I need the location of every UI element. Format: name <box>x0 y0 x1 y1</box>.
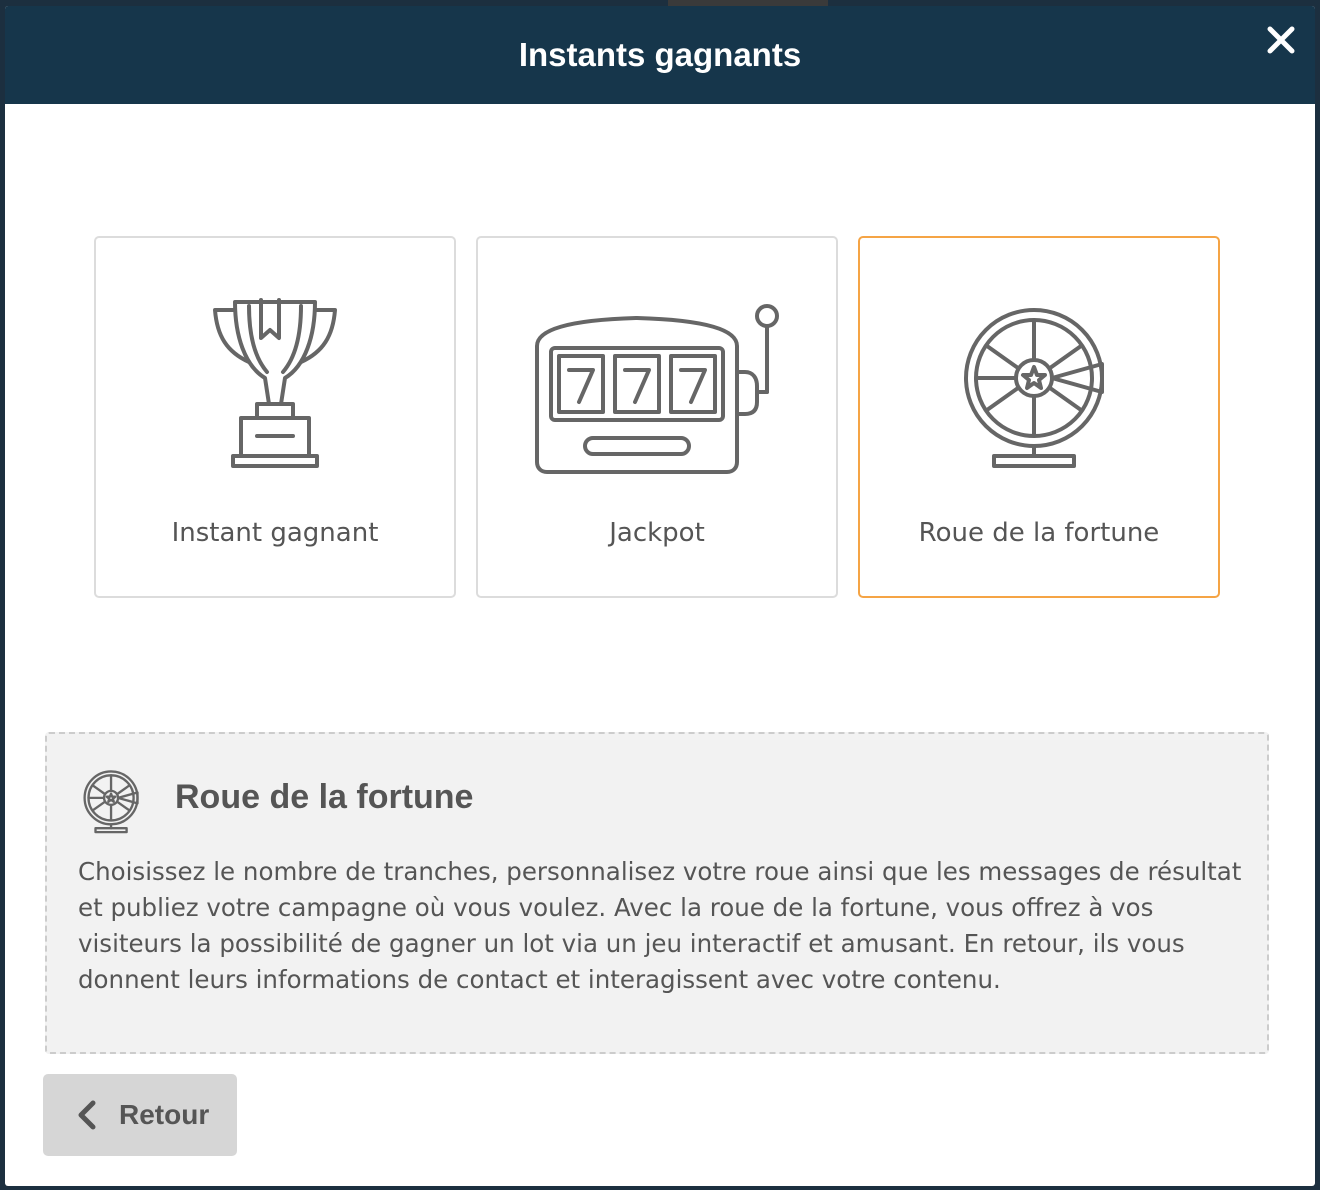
close-icon <box>1267 26 1295 54</box>
fortune-wheel-icon <box>964 308 1104 468</box>
description-text: Choisissez le nombre de tranches, person… <box>78 857 1242 994</box>
back-button[interactable]: Retour <box>43 1074 237 1156</box>
slot-machine-icon <box>535 304 779 474</box>
description-title: Roue de la fortune <box>175 778 474 816</box>
modal-title: Instants gagnants <box>518 36 802 73</box>
card-jackpot[interactable]: Jackpot <box>476 236 838 598</box>
card-label: Jackpot <box>609 518 705 548</box>
trophy-icon <box>213 298 337 468</box>
card-instant-gagnant[interactable]: Instant gagnant <box>94 236 456 598</box>
game-type-cards: Instant gagnant Jackpot Roue de la fortu… <box>94 236 1220 598</box>
back-button-label: Retour <box>119 1099 210 1130</box>
modal-header: Instants gagnants <box>5 6 1315 104</box>
fortune-wheel-icon <box>83 770 139 834</box>
card-label: Roue de la fortune <box>918 518 1160 548</box>
close-button[interactable] <box>1265 24 1297 56</box>
game-description-panel: Roue de la fortune Choisissez le nombre … <box>45 732 1269 1054</box>
card-label: Instant gagnant <box>171 518 379 548</box>
card-roue-de-la-fortune[interactable]: Roue de la fortune <box>858 236 1220 598</box>
game-type-modal: Instants gagnants Instant gagnant Jackpo… <box>5 6 1315 1186</box>
chevron-left-icon <box>78 1100 96 1130</box>
